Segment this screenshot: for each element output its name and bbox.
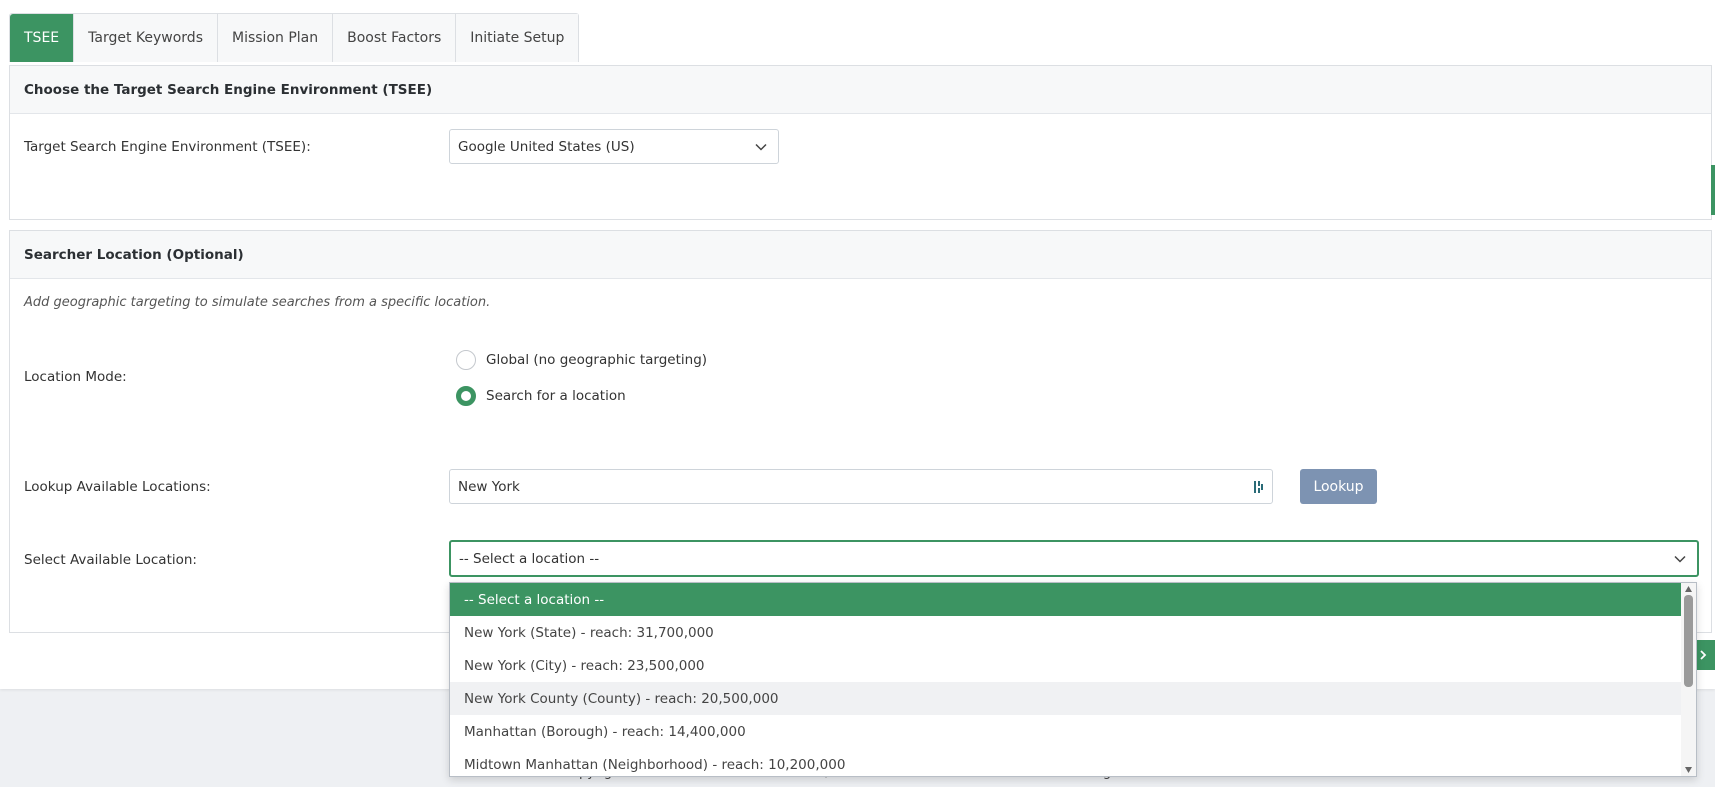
radio-global[interactable]: Global (no geographic targeting)	[456, 350, 707, 370]
location-description: Add geographic targeting to simulate sea…	[24, 295, 491, 310]
location-panel: Searcher Location (Optional) Add geograp…	[9, 230, 1712, 633]
tsee-panel-title: Choose the Target Search Engine Environm…	[10, 66, 1711, 114]
chevron-down-icon	[755, 143, 767, 151]
location-mode-label: Location Mode:	[24, 369, 127, 385]
radio-global-circle[interactable]	[456, 350, 476, 370]
dropdown-option[interactable]: Manhattan (Borough) - reach: 14,400,000	[450, 715, 1682, 748]
tsee-panel: Choose the Target Search Engine Environm…	[9, 65, 1712, 220]
location-select[interactable]: -- Select a location --	[449, 540, 1699, 577]
tsee-select-value: Google United States (US)	[458, 138, 635, 155]
tsee-select[interactable]: Google United States (US)	[449, 129, 779, 164]
tab-target-keywords[interactable]: Target Keywords	[74, 14, 218, 62]
tab-boost-factors[interactable]: Boost Factors	[333, 14, 457, 62]
tab-tsee[interactable]: TSEE	[10, 14, 75, 62]
select-location-label: Select Available Location:	[24, 552, 197, 568]
dropdown-option[interactable]: New York County (County) - reach: 20,500…	[450, 682, 1682, 715]
location-panel-title: Searcher Location (Optional)	[10, 231, 1711, 279]
lookup-button[interactable]: Lookup	[1300, 469, 1377, 504]
dropdown-option[interactable]: New York (State) - reach: 31,700,000	[450, 616, 1682, 649]
lookup-input[interactable]: New York	[449, 469, 1273, 504]
dropdown-option[interactable]: -- Select a location --	[450, 583, 1682, 616]
location-select-value: -- Select a location --	[459, 550, 600, 567]
tab-mission-plan[interactable]: Mission Plan	[218, 14, 334, 62]
tsee-field-label: Target Search Engine Environment (TSEE):	[24, 139, 311, 155]
tab-initiate-setup[interactable]: Initiate Setup	[456, 14, 579, 62]
scroll-down-icon[interactable]	[1684, 766, 1693, 774]
chevron-right-icon	[1699, 650, 1706, 660]
lookup-label: Lookup Available Locations:	[24, 479, 211, 495]
radio-search-location-label: Search for a location	[486, 388, 626, 404]
scroll-up-icon[interactable]	[1684, 585, 1693, 593]
wizard-tabs: TSEE Target Keywords Mission Plan Boost …	[9, 13, 580, 62]
right-edge-accent	[1711, 165, 1715, 215]
radio-search-location-circle[interactable]	[456, 386, 476, 406]
lookup-input-value: New York	[458, 478, 520, 495]
autofill-icon	[1254, 481, 1263, 493]
dropdown-option[interactable]: New York (City) - reach: 23,500,000	[450, 649, 1682, 682]
location-dropdown-list[interactable]: -- Select a location -- New York (State)…	[449, 582, 1697, 777]
scrollbar-thumb[interactable]	[1684, 595, 1693, 687]
chevron-down-icon	[1674, 555, 1686, 563]
dropdown-scrollbar[interactable]	[1681, 583, 1696, 776]
dropdown-option[interactable]: Midtown Manhattan (Neighborhood) - reach…	[450, 748, 1682, 776]
radio-search-location[interactable]: Search for a location	[456, 386, 626, 406]
radio-global-label: Global (no geographic targeting)	[486, 352, 708, 368]
